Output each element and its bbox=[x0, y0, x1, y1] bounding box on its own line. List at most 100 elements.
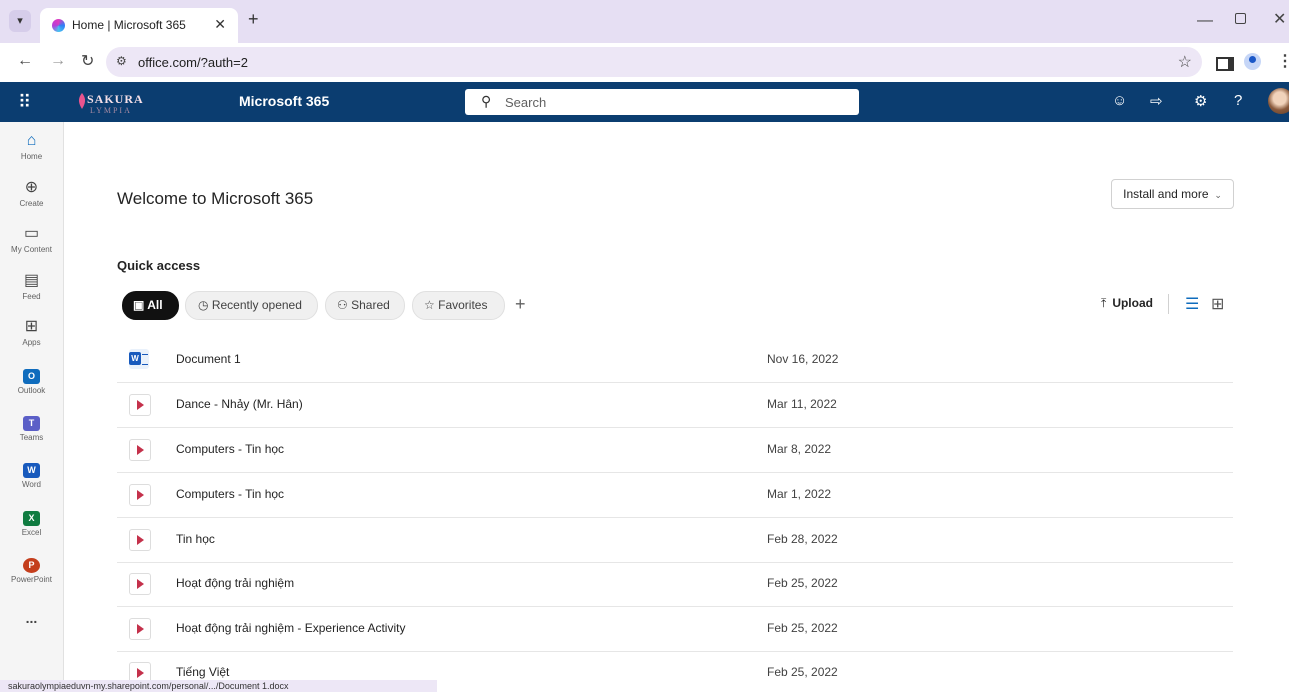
filter-shared-button[interactable]: ⚇ Shared bbox=[325, 291, 405, 320]
list-view-icon[interactable]: ☰ bbox=[1185, 294, 1199, 314]
feedback-smiley-icon[interactable]: ☺ bbox=[1112, 92, 1127, 109]
quick-access-heading: Quick access bbox=[117, 258, 201, 273]
grid-view-icon[interactable]: ⊞ bbox=[1211, 294, 1224, 314]
new-tab-icon[interactable]: + bbox=[248, 9, 259, 30]
filter-favorites-button[interactable]: ☆ Favorites bbox=[412, 291, 505, 320]
video-file-icon bbox=[129, 573, 151, 595]
forward-arrow-icon[interactable]: → bbox=[50, 52, 66, 70]
profile-icon[interactable] bbox=[1244, 53, 1261, 70]
help-icon[interactable]: ? bbox=[1234, 92, 1242, 109]
tab-title: Home | Microsoft 365 bbox=[72, 18, 186, 32]
bookmark-star-icon[interactable]: ☆ bbox=[1178, 52, 1192, 72]
rail-label-outlook: Outlook bbox=[17, 386, 46, 395]
rail-label-feed: Feed bbox=[22, 292, 41, 301]
org-logo-text: SAKURA bbox=[87, 92, 144, 106]
toolbar-divider bbox=[1168, 294, 1169, 314]
address-bar[interactable]: ⚙ office.com/?auth=2 ☆ bbox=[106, 47, 1202, 77]
file-row[interactable]: Document 1 Nov 16, 2022 bbox=[117, 337, 1233, 383]
window-minimize-icon[interactable]: — bbox=[1197, 12, 1213, 30]
rail-item-apps[interactable]: ⊞ Apps bbox=[0, 318, 63, 347]
rail-label-excel: Excel bbox=[21, 528, 42, 537]
more-menu-icon[interactable]: ⋮ bbox=[1277, 51, 1289, 71]
rail-item-my-content[interactable]: ▭ My Content bbox=[0, 225, 63, 254]
video-file-icon bbox=[129, 439, 151, 461]
site-settings-icon[interactable]: ⚙ bbox=[116, 54, 127, 68]
org-logo-subtext: LYMPIA bbox=[90, 106, 132, 115]
search-box[interactable]: ⚲ Search bbox=[465, 89, 859, 115]
file-name[interactable]: Document 1 bbox=[176, 352, 241, 366]
all-files-icon: ▣ bbox=[133, 298, 145, 312]
browser-tab-active[interactable]: Home | Microsoft 365 ✕ bbox=[40, 8, 238, 43]
upload-button[interactable]: ⤒ Upload bbox=[1101, 296, 1153, 311]
word-document-icon bbox=[129, 349, 149, 369]
file-name[interactable]: Tin học bbox=[176, 532, 215, 546]
url-text[interactable]: office.com/?auth=2 bbox=[138, 55, 248, 70]
rail-item-powerpoint[interactable]: P PowerPoint bbox=[0, 555, 63, 584]
file-name[interactable]: Computers - Tin học bbox=[176, 442, 284, 456]
my-day-icon[interactable]: ⇨ bbox=[1150, 92, 1163, 110]
folder-icon: ▭ bbox=[23, 225, 40, 242]
filter-label-all: All bbox=[147, 298, 163, 312]
page-title: Welcome to Microsoft 365 bbox=[117, 189, 314, 208]
rail-label-word: Word bbox=[22, 480, 41, 489]
file-row[interactable]: Computers - Tin học Mar 1, 2022 bbox=[117, 472, 1233, 518]
rail-item-home[interactable]: ⌂ Home bbox=[0, 132, 63, 161]
file-date: Mar 1, 2022 bbox=[767, 487, 832, 501]
search-icon: ⚲ bbox=[481, 93, 492, 109]
filter-recently-opened-button[interactable]: ◷ Recently opened bbox=[185, 291, 318, 320]
rail-more-icon[interactable]: ... bbox=[0, 610, 63, 626]
back-arrow-icon[interactable]: ← bbox=[17, 52, 33, 70]
home-icon: ⌂ bbox=[26, 132, 37, 149]
app-launcher-icon[interactable]: ⠿ bbox=[18, 92, 31, 113]
file-name[interactable]: Computers - Tin học bbox=[176, 487, 284, 501]
window-restore-icon[interactable] bbox=[1235, 13, 1246, 24]
file-row[interactable]: Hoạt động trải nghiệm - Experience Activ… bbox=[117, 606, 1233, 652]
rail-item-outlook[interactable]: O Outlook bbox=[0, 366, 63, 395]
settings-gear-icon[interactable]: ⚙ bbox=[1194, 92, 1207, 110]
rail-item-excel[interactable]: X Excel bbox=[0, 508, 63, 537]
rail-item-teams[interactable]: T Teams bbox=[0, 413, 63, 442]
rail-label-powerpoint: PowerPoint bbox=[11, 575, 52, 584]
tab-search-chevron-icon[interactable]: ▾ bbox=[9, 10, 31, 32]
filter-label-recent: Recently opened bbox=[211, 298, 302, 312]
video-file-icon bbox=[129, 484, 151, 506]
powerpoint-icon: P bbox=[23, 558, 40, 573]
brand-title[interactable]: Microsoft 365 bbox=[239, 93, 329, 109]
file-row[interactable]: Tin học Feb 28, 2022 bbox=[117, 517, 1233, 563]
main-content: Welcome to Microsoft 365 Install and mor… bbox=[64, 122, 1289, 692]
file-row[interactable]: Computers - Tin học Mar 8, 2022 bbox=[117, 427, 1233, 473]
chevron-down-icon: ⌄ bbox=[1211, 190, 1222, 200]
upload-arrow-icon: ⤒ bbox=[1101, 296, 1107, 310]
file-name[interactable]: Hoạt động trải nghiệm - Experience Activ… bbox=[176, 621, 405, 635]
file-name[interactable]: Dance - Nhảy (Mr. Hân) bbox=[176, 397, 303, 411]
file-row[interactable]: Dance - Nhảy (Mr. Hân) Mar 11, 2022 bbox=[117, 382, 1233, 428]
user-avatar[interactable] bbox=[1268, 88, 1289, 114]
m365-header: ⠿ SAKURA LYMPIA Microsoft 365 ⚲ Search ☺… bbox=[0, 82, 1289, 122]
outlook-icon: O bbox=[23, 369, 40, 384]
rail-item-feed[interactable]: ▤ Feed bbox=[0, 272, 63, 301]
file-row[interactable]: Hoạt động trải nghiệm Feb 25, 2022 bbox=[117, 561, 1233, 607]
install-and-more-button[interactable]: Install and more ⌄ bbox=[1111, 179, 1234, 209]
create-plus-icon: ⊕ bbox=[24, 179, 39, 196]
tab-close-icon[interactable]: ✕ bbox=[214, 16, 226, 33]
word-icon: W bbox=[23, 463, 40, 478]
install-button-label: Install and more bbox=[1123, 187, 1209, 201]
clock-icon: ◷ bbox=[198, 298, 209, 312]
feed-icon: ▤ bbox=[23, 272, 40, 289]
left-app-rail: ⌂ Home ⊕ Create ▭ My Content ▤ Feed ⊞ Ap… bbox=[0, 122, 64, 692]
file-name[interactable]: Hoạt động trải nghiệm bbox=[176, 576, 294, 590]
file-name[interactable]: Tiếng Việt bbox=[176, 665, 229, 679]
add-filter-plus-icon[interactable]: + bbox=[515, 294, 526, 315]
reload-icon[interactable]: ↻ bbox=[81, 51, 94, 71]
side-panel-icon[interactable] bbox=[1216, 57, 1234, 71]
filter-all-button[interactable]: ▣ All bbox=[122, 291, 179, 320]
window-close-icon[interactable]: ✕ bbox=[1273, 9, 1286, 29]
video-file-icon bbox=[129, 529, 151, 551]
rail-item-word[interactable]: W Word bbox=[0, 460, 63, 489]
browser-tabbar: ▾ Home | Microsoft 365 ✕ + — ✕ bbox=[0, 0, 1289, 43]
m365-favicon-icon bbox=[52, 19, 65, 32]
file-date: Mar 11, 2022 bbox=[767, 397, 837, 411]
rail-item-create[interactable]: ⊕ Create bbox=[0, 179, 63, 208]
search-placeholder[interactable]: Search bbox=[505, 95, 546, 110]
rail-label-create: Create bbox=[19, 199, 44, 208]
